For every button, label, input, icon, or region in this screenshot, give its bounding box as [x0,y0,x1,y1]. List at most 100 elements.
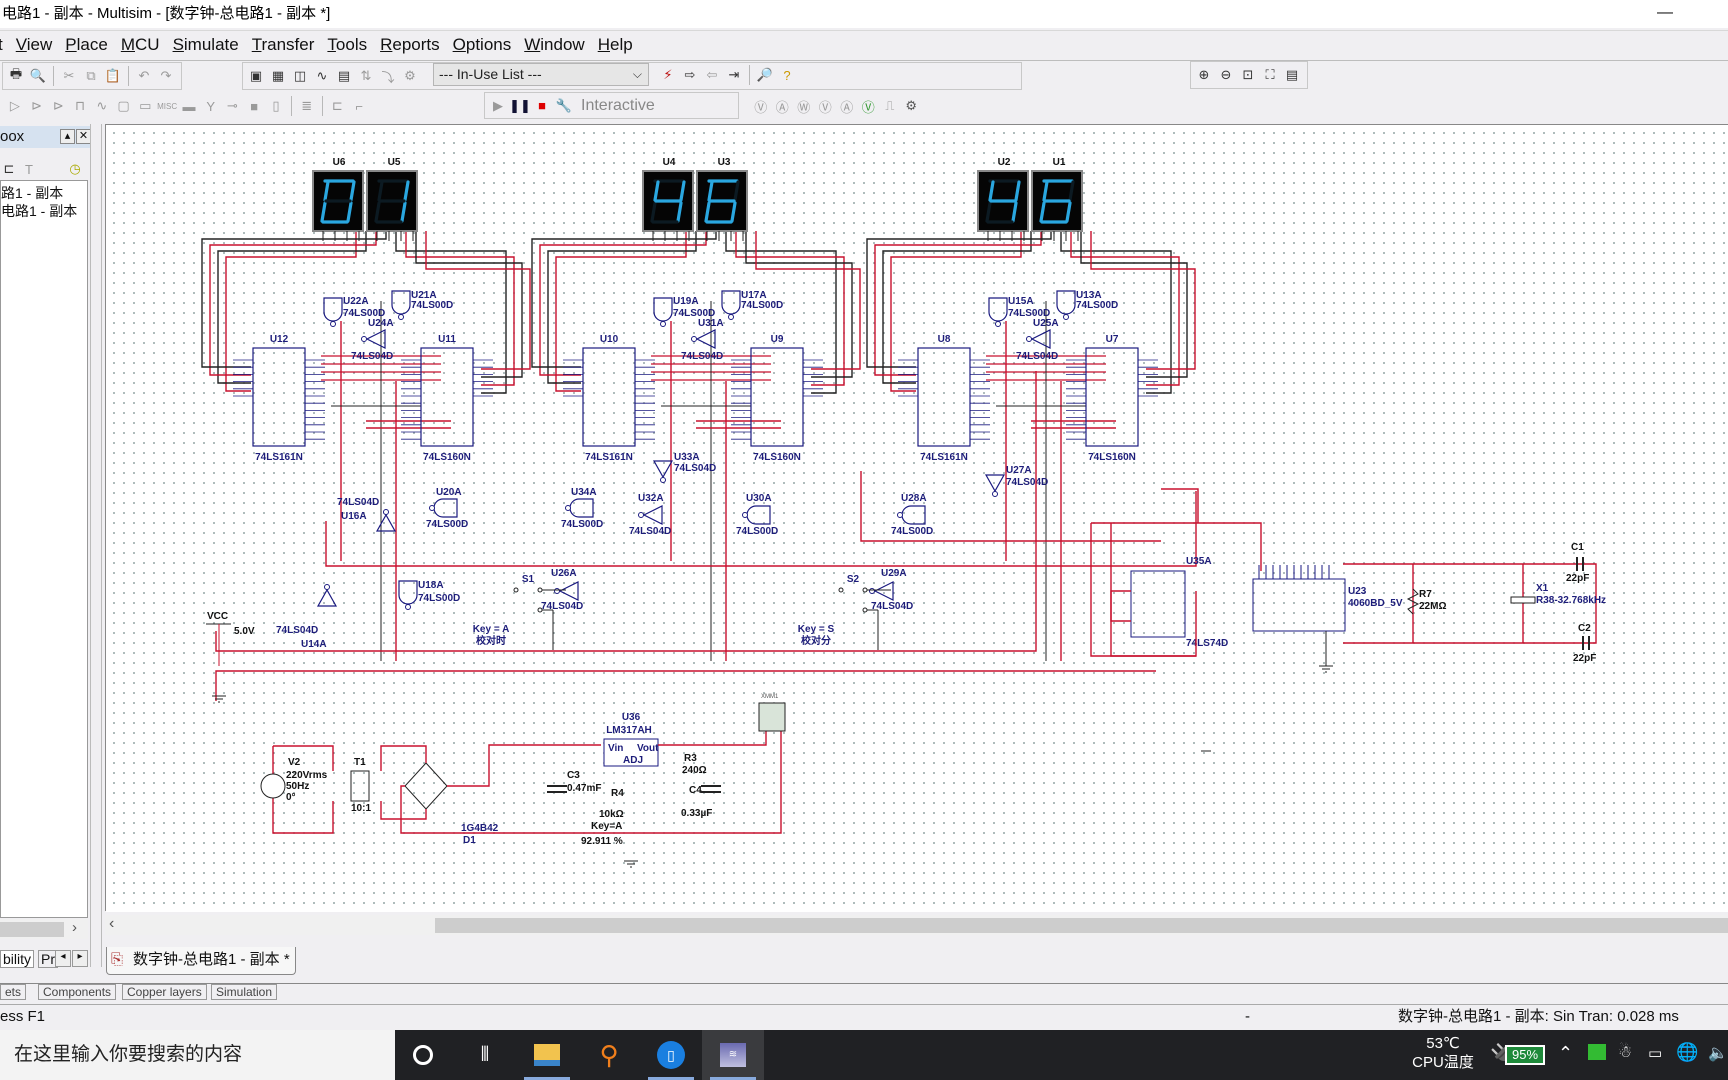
scroll-left-icon[interactable]: ‹ [109,915,114,933]
schematic-workspace[interactable]: U6 U5 U12 74LS161N U11 74LS160N U22A 74LS00D U2 1… [105,124,1728,912]
text-icon[interactable]: T [20,160,38,178]
menu-edit[interactable]: t [0,35,3,55]
tab-nets[interactable]: ets [0,984,27,1000]
zoom-area-icon[interactable]: ⊡ [1239,66,1257,84]
search-app-button[interactable]: ⚲ [578,1030,640,1080]
copy-icon[interactable]: ⧉ [82,67,100,85]
scrollbar-thumb[interactable] [0,922,64,937]
battery-tray-icon[interactable]: ▭ [1648,1044,1662,1062]
document-tab[interactable]: ⎘ 数字钟-总电路1 - 副本 * [106,947,296,975]
cpu-temp-widget[interactable]: 53℃ CPU温度 [1408,1034,1478,1072]
misc-icon[interactable]: MISC [157,97,177,115]
qq-icon[interactable]: ☃ [1618,1042,1632,1062]
print-icon[interactable]: 🖶 [7,66,25,85]
electromechanical-icon[interactable]: ⊸ [224,97,242,115]
run-icon[interactable]: ▶ [489,97,507,115]
tree-item[interactable]: 路1 - 副本 [1,183,63,203]
power-component-icon[interactable]: ▭ [136,97,154,115]
canvas-scrollbar[interactable]: ‹ [105,915,1728,935]
cut-icon[interactable]: ✂ [60,67,78,85]
zoom-fit-icon[interactable]: ⛶ [1261,66,1279,84]
cortana-button[interactable] [392,1030,454,1080]
battery-indicator[interactable]: 95% [1505,1045,1545,1065]
scroll-right-icon[interactable]: › [72,919,77,936]
zoom-out-icon[interactable]: ⊖ [1217,66,1235,84]
connector-icon[interactable]: ▯ [267,97,285,115]
project-history-icon[interactable]: ◷ [66,160,84,178]
power-probe-icon[interactable]: Ⓦ [795,97,813,115]
component-wizard-icon[interactable]: ⚙ [401,67,419,85]
zoom-in-icon[interactable]: ⊕ [1195,66,1213,84]
bus-icon[interactable]: ⌐ [350,97,368,115]
tray-app-icon[interactable] [1588,1044,1606,1060]
find-icon[interactable]: 🔎 [756,66,774,84]
full-screen-icon[interactable]: ▤ [1283,66,1301,84]
rf-icon[interactable]: Y [202,97,220,115]
stop-icon[interactable]: ■ [533,97,551,115]
network-icon[interactable]: 🌐 [1676,1042,1698,1063]
current-probe-icon[interactable]: Ⓐ [774,97,792,115]
schematic-canvas[interactable]: U6 U5 U12 74LS161N U11 74LS160N U22A 74LS00D U2 1… [106,125,1728,912]
sidebar-scrollbar[interactable]: › [0,919,88,939]
forward-annotate-icon[interactable]: ⇨ [681,66,699,84]
postprocessor-icon[interactable]: ▤ [335,67,353,85]
cmos-icon[interactable]: ⊳ [49,97,67,115]
export-icon[interactable]: ⇥ [725,66,743,84]
database-icon[interactable]: ⇅ [357,67,375,85]
grapher-icon[interactable]: ∿ [313,67,331,85]
tab-visibility[interactable]: bility [0,950,35,968]
volume-icon[interactable]: 🔈 [1708,1043,1728,1063]
tab-copper-layers[interactable]: Copper layers [122,984,207,1000]
file-explorer-button[interactable] [516,1030,578,1080]
menu-options[interactable]: Options [453,35,512,55]
diode-icon[interactable]: ▷ [6,97,24,115]
panel-splitter[interactable] [90,124,102,967]
back-annotate-icon[interactable]: ⇦ [703,66,721,84]
collapse-button[interactable]: ▴ [60,129,75,144]
menu-tools[interactable]: Tools [327,35,367,55]
close-icon[interactable]: ✕ [76,129,91,144]
voltage-current-probe-icon[interactable]: Ⓐ [838,97,856,115]
hierarchical-block-icon[interactable]: ⊏ [329,97,347,115]
menu-window[interactable]: Window [524,35,584,55]
menu-simulate[interactable]: Simulate [173,35,239,55]
task-view-button[interactable]: ⫴ [454,1030,516,1080]
menu-help[interactable]: Help [598,35,633,55]
menu-mcu[interactable]: MCU [121,35,160,55]
open-icon[interactable]: ⊏ [0,160,18,178]
ttl-icon[interactable]: ⊳ [28,97,46,115]
redo-icon[interactable]: ↷ [157,67,175,85]
voltage-probe-icon[interactable]: Ⓥ [752,97,770,115]
digital-probe-icon[interactable]: ⎍ [881,97,899,115]
probe-settings-icon[interactable]: ⚙ [903,97,921,115]
multisim-taskbar-button[interactable]: ≋ [702,1030,764,1080]
tab-scroll-right-icon[interactable]: ▸ [72,950,88,967]
tab-components[interactable]: Components [38,984,117,1000]
undo-icon[interactable]: ↶ [135,67,153,85]
sim-toggle-icon[interactable]: ◫ [291,67,309,85]
tab-scroll-left-icon[interactable]: ◂ [55,950,71,967]
mcu-module-icon[interactable]: ≣ [298,97,316,115]
taskbar-search[interactable]: 在这里输入你要搜索的内容 [0,1030,395,1080]
differential-probe-icon[interactable]: Ⓥ [817,97,835,115]
menu-transfer[interactable]: Transfer [252,35,315,55]
show-hidden-icons[interactable]: ⌃ [1558,1043,1573,1064]
in-use-list-dropdown[interactable]: --- In-Use List --- ⌵ [433,63,649,86]
print-preview-icon[interactable]: 🔍 [29,67,47,85]
reference-probe-icon[interactable]: Ⓥ [860,97,878,115]
scrollbar-thumb[interactable] [435,918,1728,933]
menu-place[interactable]: Place [65,35,108,55]
minimize-button[interactable]: — [1642,0,1688,28]
pause-icon[interactable]: ❚❚ [509,97,531,115]
mixed-icon[interactable]: ∿ [93,97,111,115]
ni-component-icon[interactable]: ■ [245,97,263,115]
analysis-mode-label[interactable]: Interactive [581,97,655,115]
indicator-icon[interactable]: ▢ [115,97,133,115]
tab-simulation[interactable]: Simulation [211,984,278,1000]
help-icon[interactable]: ? [778,66,796,84]
menu-view[interactable]: View [16,35,53,55]
phone-app-button[interactable]: ▯ [640,1030,702,1080]
paste-icon[interactable]: 📋 [104,67,122,85]
netlist-icon[interactable]: ⤵ [379,67,397,85]
mcu-icon[interactable]: ⊓ [71,97,89,115]
